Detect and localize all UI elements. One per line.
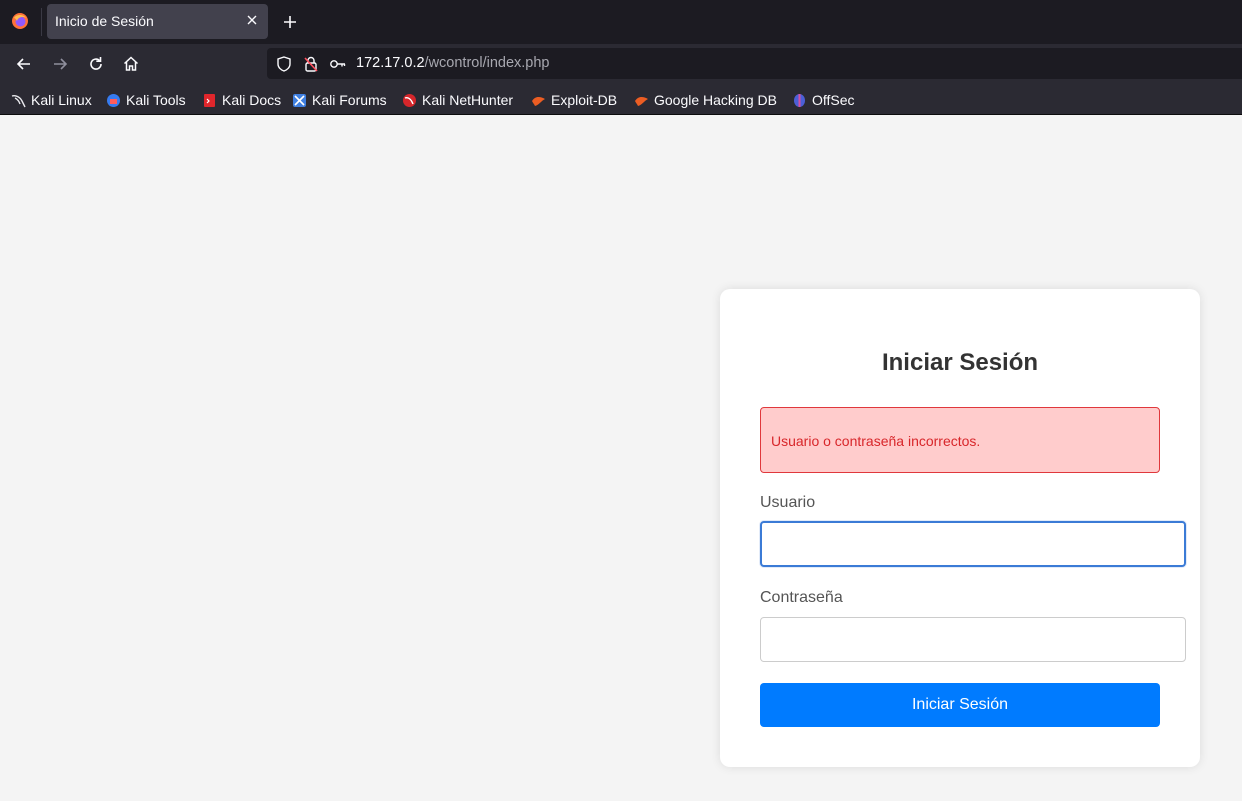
bookmark-kali-forums[interactable]: Kali Forums (292, 91, 387, 109)
firefox-icon[interactable] (11, 12, 29, 30)
back-arrow-icon[interactable] (14, 54, 34, 74)
url-host: 172.17.0.2 (356, 55, 425, 71)
browser-tab-bar: Inicio de Sesión (0, 0, 1242, 44)
bookmark-kali-nethunter[interactable]: Kali NetHunter (402, 91, 513, 109)
browser-nav-bar: 172.17.0.2/wcontrol/index.php (0, 44, 1242, 85)
bookmark-offsec[interactable]: OffSec (792, 91, 855, 109)
url-bar[interactable]: 172.17.0.2/wcontrol/index.php (267, 48, 1242, 79)
username-input[interactable] (760, 521, 1186, 567)
browser-tab-active[interactable]: Inicio de Sesión (47, 4, 268, 39)
tab-divider (41, 8, 42, 36)
bookmarks-toolbar: Kali Linux Kali Tools Kali Docs Kali For… (0, 85, 1242, 115)
bookmark-label: OffSec (812, 92, 855, 108)
bookmark-google-hacking-db[interactable]: Google Hacking DB (634, 91, 777, 109)
exploit-db-icon (532, 96, 545, 106)
bookmark-label: Kali Forums (312, 92, 387, 108)
password-label: Contraseña (760, 589, 843, 606)
login-submit-button[interactable]: Iniciar Sesión (760, 683, 1160, 727)
key-icon[interactable] (329, 55, 347, 73)
kali-docs-icon (204, 93, 215, 107)
offsec-icon (794, 93, 805, 107)
reload-icon[interactable] (86, 54, 106, 74)
login-title: Iniciar Sesión (881, 349, 1039, 376)
insecure-lock-icon[interactable] (302, 55, 320, 73)
forward-arrow-icon[interactable] (50, 54, 70, 74)
new-tab-plus-icon[interactable] (280, 12, 300, 32)
bookmark-label: Google Hacking DB (654, 92, 777, 108)
page-body: Iniciar Sesión Usuario o contraseña inco… (0, 115, 1242, 801)
kali-forums-icon (293, 93, 306, 107)
kali-nethunter-icon (403, 93, 416, 107)
close-tab-icon[interactable] (245, 13, 259, 27)
kali-dragon-icon (11, 94, 26, 107)
url-text[interactable]: 172.17.0.2/wcontrol/index.php (356, 55, 549, 71)
tab-title: Inicio de Sesión (55, 13, 154, 29)
shield-icon[interactable] (275, 55, 293, 73)
error-alert: Usuario o contraseña incorrectos. (760, 407, 1160, 473)
bookmark-label: Kali Linux (31, 92, 92, 108)
bookmark-exploit-db[interactable]: Exploit-DB (531, 91, 617, 109)
kali-tools-icon (107, 93, 120, 107)
bookmark-kali-docs[interactable]: Kali Docs (202, 91, 281, 109)
login-card: Iniciar Sesión Usuario o contraseña inco… (720, 289, 1200, 767)
url-path: /wcontrol/index.php (424, 55, 550, 71)
bookmark-kali-linux[interactable]: Kali Linux (11, 91, 92, 109)
home-icon[interactable] (121, 54, 141, 74)
bookmark-label: Kali NetHunter (422, 92, 514, 108)
bookmark-label: Kali Tools (126, 92, 186, 108)
bookmark-kali-tools[interactable]: Kali Tools (106, 91, 186, 109)
bookmark-label: Kali Docs (222, 92, 282, 108)
bookmark-label: Exploit-DB (551, 92, 618, 108)
username-label: Usuario (760, 494, 816, 511)
ghdb-icon (635, 96, 648, 106)
password-input[interactable] (760, 617, 1186, 662)
